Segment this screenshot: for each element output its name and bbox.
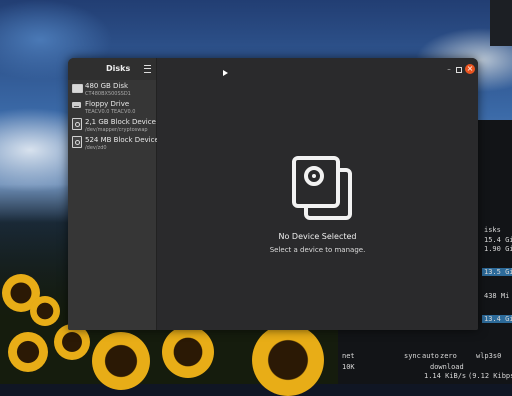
terminal-text: (9.12 Kibps: [468, 372, 512, 380]
device-name: 480 GB Disk: [85, 82, 129, 90]
terminal-text: 1.14 KiB/s: [424, 372, 467, 380]
block-device-icon: [72, 136, 82, 148]
terminal-text: 13.5 Gi: [484, 268, 512, 276]
device-item-zd0[interactable]: 524 MB Block Device /dev/zd0: [71, 135, 159, 153]
terminal-text: 10K: [342, 363, 355, 371]
terminal-text: 438 Mi: [484, 292, 510, 300]
sunflower: [30, 296, 60, 326]
device-subtitle: TEACV0.0 TEACV0.0: [85, 109, 136, 115]
disk-card-front: [292, 156, 340, 208]
menu-icon[interactable]: [144, 65, 151, 73]
device-item-480gb-disk[interactable]: 480 GB Disk CT480BX500SSD1: [71, 81, 155, 99]
device-item-floppy-drive[interactable]: Floppy Drive TEACV0.0 TEACV0.0: [71, 99, 155, 117]
sunflower: [8, 332, 48, 372]
empty-state-title: No Device Selected: [278, 232, 357, 241]
empty-state-subtitle: Select a device to manage.: [269, 246, 366, 254]
sunflower: [162, 326, 214, 378]
terminal-text: 1.90 Gi: [484, 245, 512, 253]
sidebar-header: Disks: [68, 58, 156, 80]
terminal-text: download: [430, 363, 464, 371]
terminal-text: net: [342, 352, 355, 360]
device-sidebar: Disks 480 GB Disk CT480BX500SSD1 Floppy …: [68, 58, 159, 330]
background-window-edge: [490, 0, 512, 46]
terminal-text: 15.4 Gi: [484, 236, 512, 244]
device-name: 2,1 GB Block Device: [85, 118, 156, 126]
terminal-text: zero: [440, 352, 457, 360]
device-item-cryptoswap[interactable]: 2,1 GB Block Device /dev/mapper/cryptosw…: [71, 117, 156, 135]
block-device-icon: [72, 118, 82, 130]
terminal-text: sync: [404, 352, 421, 360]
device-subtitle: /dev/zd0: [85, 145, 107, 151]
terminal-text: isks: [484, 226, 501, 234]
mouse-pointer-icon: [223, 70, 228, 76]
hdd-icon: [72, 84, 83, 93]
floppy-icon: [72, 102, 81, 108]
terminal-text: auto: [422, 352, 439, 360]
device-subtitle: CT480BX500SSD1: [85, 91, 131, 97]
terminal-text: 13.4 Gi: [484, 315, 512, 323]
disks-empty-icon: [292, 156, 352, 220]
main-panel: – × No Device Selected Select a device t…: [157, 58, 478, 330]
device-subtitle: /dev/mapper/cryptoswap: [85, 127, 148, 133]
sunflower: [92, 332, 150, 390]
device-name: 524 MB Block Device: [85, 136, 159, 144]
title-bar[interactable]: – ×: [157, 58, 478, 80]
device-name: Floppy Drive: [85, 100, 130, 108]
sunflower: [252, 324, 324, 396]
app-title: Disks: [106, 64, 131, 73]
terminal-text: wlp3s0: [476, 352, 502, 360]
disks-window: Disks 480 GB Disk CT480BX500SSD1 Floppy …: [68, 58, 478, 330]
close-button[interactable]: ×: [465, 64, 475, 74]
minimize-button[interactable]: –: [446, 66, 452, 73]
maximize-button[interactable]: [456, 67, 462, 73]
